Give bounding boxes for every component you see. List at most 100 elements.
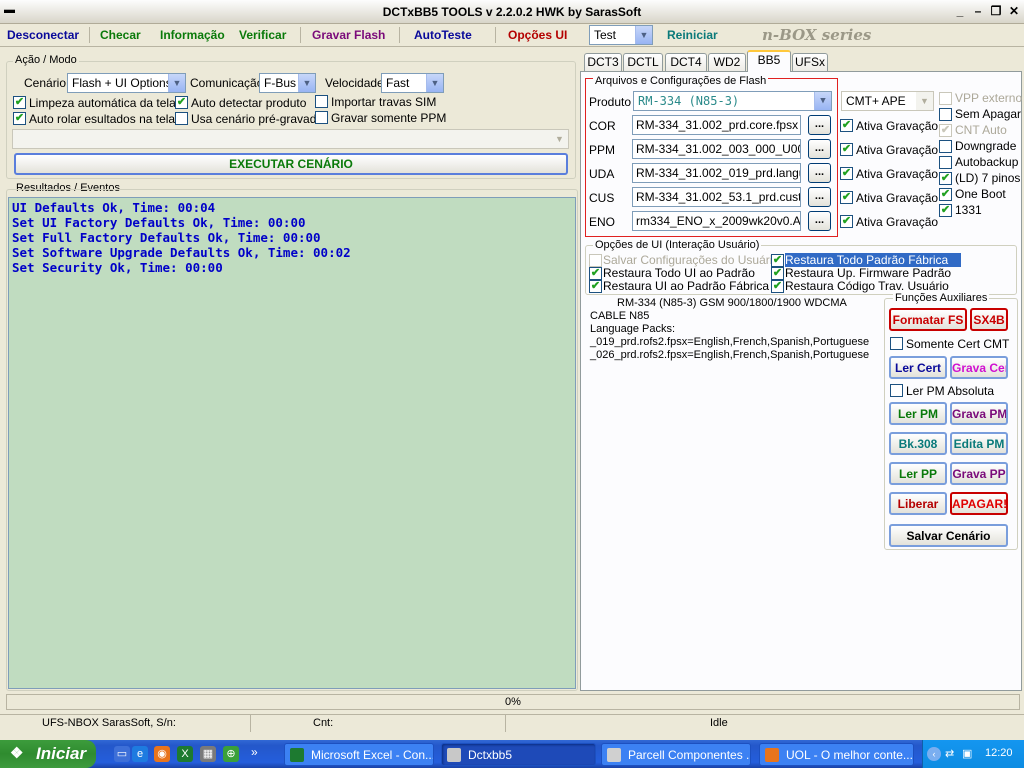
salvar-config-checkbox[interactable]	[589, 254, 602, 267]
ie-icon[interactable]: e	[132, 746, 148, 762]
usa-cenario-checkbox[interactable]	[175, 112, 188, 125]
eno-browse-button[interactable]: ...	[808, 211, 831, 231]
comunicacao-select[interactable]: F-Bus ▼	[259, 73, 316, 93]
clock[interactable]: 12:20	[985, 747, 1013, 759]
uda-ativa-checkbox[interactable]: ✔	[840, 167, 853, 180]
ler-cert-button[interactable]: Ler Cert	[889, 356, 947, 379]
eno-ativa-checkbox[interactable]: ✔	[840, 215, 853, 228]
cus-file-field[interactable]: RM-334_31.002_53.1_prd.custom	[632, 187, 801, 207]
reiniciar-button[interactable]: Reiniciar	[663, 26, 722, 44]
firefox-icon[interactable]: ◉	[154, 746, 170, 762]
edita-pm-button[interactable]: Edita PM	[950, 432, 1008, 455]
cor-ativa-checkbox[interactable]: ✔	[840, 119, 853, 132]
1331-checkbox[interactable]: ✔	[939, 204, 952, 217]
task-excel[interactable]: Microsoft Excel - Con...	[284, 743, 434, 766]
tab-ufsx[interactable]: UFSx	[792, 53, 828, 71]
ler-pm-button[interactable]: Ler PM	[889, 402, 947, 425]
cnt-auto-checkbox[interactable]: ✔	[939, 124, 952, 137]
task-parcell[interactable]: Parcell Componentes ...	[601, 743, 751, 766]
task-dctxbb5[interactable]: Dctxbb5	[441, 743, 596, 766]
chevron-down-icon[interactable]: ▼	[298, 74, 315, 92]
liberar-button[interactable]: Liberar	[889, 492, 947, 515]
minimize-button[interactable]: _	[952, 4, 968, 19]
cus-browse-button[interactable]: ...	[808, 187, 831, 207]
chevron-down-icon[interactable]: ▼	[635, 26, 652, 44]
opcoes-ui-button[interactable]: Opções UI	[504, 26, 571, 44]
executar-cenario-button[interactable]: EXECUTAR CENÁRIO	[14, 153, 568, 175]
ler-pm-absoluta-checkbox[interactable]	[890, 384, 903, 397]
verificar-button[interactable]: Verificar	[235, 26, 290, 44]
ppm-file-field[interactable]: RM-334_31.002_003_000_U001.	[632, 139, 801, 159]
gravar-ppm-checkbox[interactable]	[315, 111, 328, 124]
limpeza-checkbox[interactable]: ✔	[13, 96, 26, 109]
auto-detectar-checkbox[interactable]: ✔	[175, 96, 188, 109]
restore-button[interactable]: ❐	[988, 4, 1004, 19]
somente-cert-checkbox[interactable]	[890, 337, 903, 350]
restaura-ui-fabrica-checkbox[interactable]: ✔	[589, 280, 602, 293]
network-tray-icon[interactable]: ⇄	[945, 747, 959, 761]
cor-file-field[interactable]: RM-334_31.002_prd.core.fpsx	[632, 115, 801, 135]
auto-rolar-checkbox[interactable]: ✔	[13, 112, 26, 125]
excel-icon[interactable]: X	[177, 746, 193, 762]
chevron-down-icon[interactable]: ▼	[814, 92, 831, 110]
grava-pp-button[interactable]: Grava PP	[950, 462, 1008, 485]
tab-bb5[interactable]: BB5	[747, 50, 791, 72]
sx4b-button[interactable]: SX4B	[970, 308, 1008, 331]
cmt-ape-select[interactable]: CMT+ APE ▼	[841, 91, 934, 111]
desconectar-button[interactable]: Desconectar	[3, 26, 83, 44]
close-button[interactable]: ✕	[1006, 4, 1022, 19]
one-boot-checkbox[interactable]: ✔	[939, 188, 952, 201]
tab-dctl[interactable]: DCTL	[623, 53, 663, 71]
downgrade-checkbox[interactable]	[939, 140, 952, 153]
checar-button[interactable]: Checar	[96, 26, 145, 44]
results-log[interactable]: UI Defaults Ok, Time: 00:04 Set UI Facto…	[8, 197, 576, 689]
salvar-cenario-button[interactable]: Salvar Cenário	[889, 524, 1008, 547]
chevron-down-icon[interactable]: ▼	[426, 74, 443, 92]
cus-ativa-checkbox[interactable]: ✔	[840, 191, 853, 204]
chevron-down-icon[interactable]: ▼	[168, 74, 185, 92]
quicklaunch-chevron[interactable]: »	[251, 745, 258, 759]
gravar-flash-button[interactable]: Gravar Flash	[308, 26, 389, 44]
bk308-button[interactable]: Bk.308	[889, 432, 947, 455]
vpp-externo-checkbox[interactable]	[939, 92, 952, 105]
chip-icon[interactable]: ▦	[200, 746, 216, 762]
ler-pp-button[interactable]: Ler PP	[889, 462, 947, 485]
ppm-ativa-checkbox[interactable]: ✔	[840, 143, 853, 156]
importar-travas-checkbox[interactable]	[315, 95, 328, 108]
uda-browse-button[interactable]: ...	[808, 163, 831, 183]
test-select[interactable]: Test ▼	[589, 25, 653, 45]
ppm-browse-button[interactable]: ...	[808, 139, 831, 159]
network-icon[interactable]: ⊕	[223, 746, 239, 762]
ld-7-pinos-checkbox[interactable]: ✔	[939, 172, 952, 185]
minimize-icon[interactable]: –	[970, 4, 986, 19]
chevron-down-icon[interactable]: ▼	[551, 130, 568, 148]
start-button[interactable]: ❖ Iniciar	[0, 740, 96, 768]
cor-browse-button[interactable]: ...	[808, 115, 831, 135]
cenario-select[interactable]: Flash + UI Options ▼	[67, 73, 186, 93]
restaura-firmware-checkbox[interactable]: ✔	[771, 267, 784, 280]
grava-cert-button[interactable]: Grava Cert	[950, 356, 1008, 379]
autobackup-checkbox[interactable]	[939, 156, 952, 169]
scenario-path-select[interactable]: ▼	[12, 129, 569, 149]
formatar-fs-button[interactable]: Formatar FS	[889, 308, 967, 331]
tab-dct3[interactable]: DCT3	[584, 53, 622, 71]
uda-file-field[interactable]: RM-334_31.002_019_prd.languag	[632, 163, 801, 183]
tab-wd2[interactable]: WD2	[708, 53, 746, 71]
task-uol[interactable]: UOL - O melhor conte...	[759, 743, 914, 766]
sem-apagar-checkbox[interactable]	[939, 108, 952, 121]
desktop-icon[interactable]: ▭	[114, 746, 130, 762]
informacao-button[interactable]: Informação	[156, 26, 229, 44]
tab-dct4[interactable]: DCT4	[665, 53, 707, 71]
restaura-todo-padrao-checkbox[interactable]: ✔	[771, 254, 784, 267]
velocidade-select[interactable]: Fast ▼	[381, 73, 444, 93]
chevron-down-icon[interactable]: ▼	[916, 92, 933, 110]
apagar-button[interactable]: APAGAR!	[950, 492, 1008, 515]
eno-file-field[interactable]: rm334_ENO_x_2009wk20v0.A01	[632, 211, 801, 231]
produto-select[interactable]: RM-334 (N85-3) ▼	[633, 91, 832, 111]
display-tray-icon[interactable]: ▣	[962, 747, 976, 761]
tray-expand-icon[interactable]: ‹	[927, 747, 941, 761]
autoteste-button[interactable]: AutoTeste	[410, 26, 476, 44]
grava-pm-button[interactable]: Grava PM	[950, 402, 1008, 425]
restaura-codigo-checkbox[interactable]: ✔	[771, 280, 784, 293]
restaura-todo-ui-checkbox[interactable]: ✔	[589, 267, 602, 280]
